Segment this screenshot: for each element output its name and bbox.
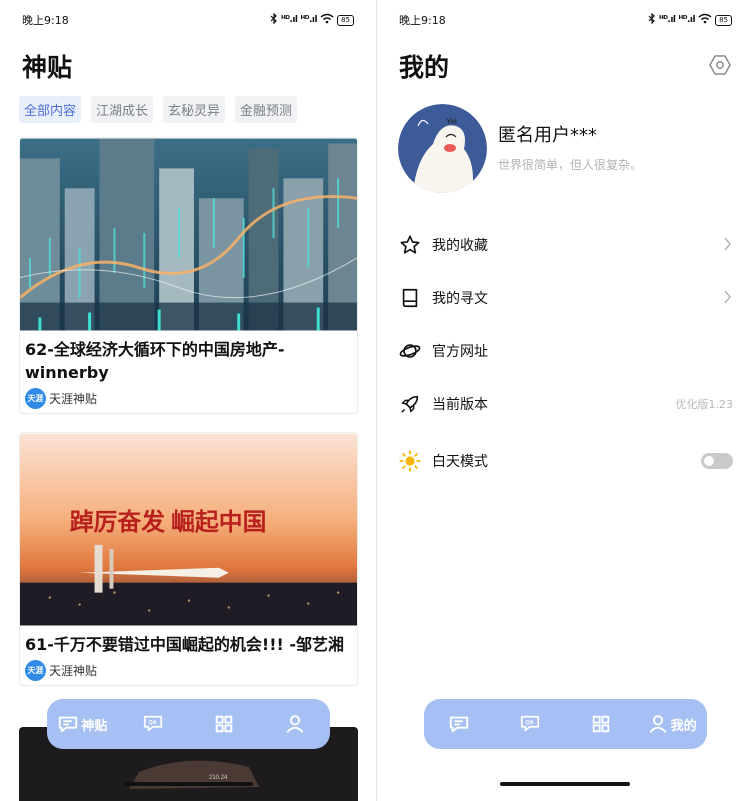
source-name: 天涯神贴 — [49, 664, 98, 678]
category-tabs: 全部内容 江湖成长 玄秘灵异 金融预测 — [19, 96, 298, 123]
tab-finance[interactable]: 金融预测 — [235, 96, 298, 123]
book-icon — [402, 288, 418, 307]
signal-icon: ᴴᴰ.ıl — [658, 15, 676, 25]
tab-all[interactable]: 全部内容 — [19, 96, 82, 123]
rocket-icon — [401, 395, 419, 413]
menu-item-website[interactable]: 官方网址 — [377, 324, 754, 377]
nav-qa[interactable]: QA — [118, 713, 189, 735]
status-time: 晚上9:18 — [22, 14, 69, 27]
home-indicator[interactable] — [500, 782, 630, 786]
user-icon — [649, 715, 667, 733]
nav-grid[interactable] — [189, 713, 260, 735]
nav-profile-label: 我的 — [670, 718, 697, 734]
thumbnail-label: 210.24 — [209, 775, 228, 781]
source-name: 天涯神贴 — [49, 392, 98, 406]
user-bio: 世界很简单，但人很复杂。 — [498, 158, 643, 172]
status-bar: 晚上9:18 ᴴᴰ.ıl ᴴᴰ.ıl 85 — [22, 12, 354, 30]
menu-item-favorites[interactable]: 我的收藏 — [377, 218, 754, 271]
avatar[interactable]: Yei — [398, 104, 487, 193]
nav-home[interactable]: 神贴 — [47, 713, 118, 735]
tab-growth[interactable]: 江湖成长 — [91, 96, 154, 123]
page-title: 神贴 — [22, 53, 73, 82]
bluetooth-icon — [270, 12, 278, 27]
menu-item-version[interactable]: 当前版本 优化版1.23 — [377, 377, 754, 430]
username: 匿名用户*** — [498, 125, 597, 146]
menu-label: 我的收藏 — [432, 237, 488, 254]
qa-icon: QA — [144, 715, 163, 732]
chat-bubble-icon — [59, 716, 78, 733]
menu-label: 白天模式 — [432, 454, 488, 470]
post-card[interactable]: 62-全球经济大循环下的中国房地产-winnerby 天涯 天涯神贴 — [19, 137, 358, 414]
battery-icon: 85 — [337, 14, 354, 26]
star-icon — [400, 234, 420, 254]
feed-screen: 晚上9:18 ᴴᴰ.ıl ᴴᴰ.ıl 85 神贴 全部内容 江湖成长 玄秘灵异 … — [0, 0, 376, 801]
status-bar: 晚上9:18 ᴴᴰ.ıl ᴴᴰ.ıl 85 — [399, 12, 732, 30]
signal-icon: ᴴᴰ.ıl — [300, 15, 318, 25]
post-thumbnail: 踔厉奋发 崛起中国 — [20, 433, 357, 626]
sun-icon — [399, 450, 421, 472]
qa-icon: QA — [521, 715, 540, 732]
menu-label: 官方网址 — [432, 343, 488, 360]
grid-icon — [592, 715, 610, 733]
tianya-logo-icon: 天涯 — [25, 660, 46, 681]
status-icons: ᴴᴰ.ıl ᴴᴰ.ıl 85 — [270, 12, 354, 27]
bluetooth-icon — [648, 12, 656, 27]
menu-label: 我的寻文 — [432, 290, 488, 307]
profile-screen: 晚上9:18 ᴴᴰ.ıl ᴴᴰ.ıl 85 我的 Yei 匿名用户*** 世界很… — [377, 0, 754, 801]
nav-profile[interactable]: 我的 — [636, 713, 707, 735]
thumbnail-slogan: 踔厉奋发 崛起中国 — [70, 508, 267, 536]
tianya-logo-icon: 天涯 — [25, 388, 46, 409]
signal-icon: ᴴᴰ.ıl — [280, 15, 298, 25]
wifi-icon — [320, 13, 334, 27]
avatar-text: Yei — [446, 117, 457, 126]
planet-icon — [399, 343, 421, 358]
tab-mystery[interactable]: 玄秘灵异 — [163, 96, 226, 123]
wifi-icon — [698, 13, 712, 27]
menu-item-search-posts[interactable]: 我的寻文 — [377, 271, 754, 324]
bottom-navbar: QA 我的 — [424, 699, 707, 749]
post-source: 天涯 天涯神贴 — [20, 384, 357, 413]
chat-bubble-icon — [450, 716, 469, 733]
version-value: 优化版1.23 — [675, 397, 734, 411]
post-card[interactable]: 踔厉奋发 崛起中国 61-千万不要错过中国崛起的机会!!! -邹艺湘 天涯 天涯… — [19, 432, 358, 686]
nav-qa[interactable]: QA — [495, 713, 566, 735]
nav-home-label: 神贴 — [81, 718, 108, 734]
post-thumbnail — [20, 138, 357, 331]
status-icons: ᴴᴰ.ıl ᴴᴰ.ıl 85 — [648, 12, 732, 27]
status-time: 晚上9:18 — [399, 14, 446, 27]
user-icon — [286, 715, 304, 733]
post-title: 62-全球经济大循环下的中国房地产-winnerby — [25, 340, 285, 382]
post-title: 61-千万不要错过中国崛起的机会!!! -邹艺湘 — [25, 635, 345, 654]
toggle-knob — [704, 456, 714, 466]
page-title: 我的 — [399, 53, 450, 82]
signal-icon: ᴴᴰ.ıl — [678, 15, 696, 25]
svg-text:QA: QA — [526, 720, 534, 726]
svg-text:QA: QA — [149, 720, 157, 726]
battery-icon: 85 — [715, 14, 732, 26]
nav-grid[interactable] — [566, 713, 637, 735]
chevron-right-icon — [724, 237, 731, 251]
nav-home[interactable] — [424, 713, 495, 735]
chevron-right-icon — [724, 290, 731, 304]
home-indicator[interactable] — [123, 782, 253, 786]
profile-menu: 我的收藏 我的寻文 官方网址 当前版本 优化版1.23 白天模式 — [377, 218, 754, 492]
day-mode-toggle[interactable] — [701, 453, 733, 469]
menu-label: 当前版本 — [432, 396, 488, 413]
grid-icon — [215, 715, 233, 733]
bottom-navbar: 神贴 QA — [47, 699, 330, 749]
menu-item-day-mode[interactable]: 白天模式 — [377, 430, 754, 492]
nav-profile[interactable] — [259, 713, 330, 735]
post-source: 天涯 天涯神贴 — [20, 656, 357, 685]
settings-hexagon-icon[interactable] — [708, 53, 732, 77]
